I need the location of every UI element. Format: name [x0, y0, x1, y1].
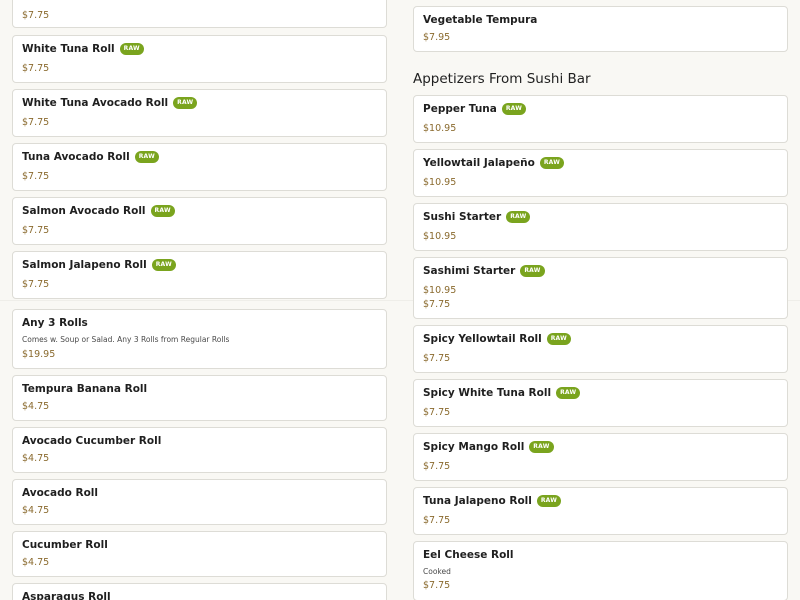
item-name: Asparagus Roll [22, 591, 111, 600]
raw-badge: RAW [506, 211, 531, 223]
item-name: Sashimi Starter [423, 265, 516, 277]
menu-item-card[interactable]: Tuna Jalapeno Roll RAW $7.75 [413, 487, 788, 535]
menu-item-card[interactable]: Tempura Banana Roll $4.75 [12, 375, 387, 421]
raw-badge: RAW [134, 151, 159, 163]
item-price: $7.75 [423, 580, 451, 591]
item-name: Any 3 Rolls [22, 317, 88, 329]
item-price: $7.75 [423, 461, 451, 472]
item-name: Yellowtail Jalapeño [423, 157, 535, 169]
item-price: $10.95 [423, 123, 457, 134]
menu-item-card[interactable]: Vegetable Tempura $7.95 [413, 6, 788, 52]
item-price: $4.75 [22, 401, 50, 412]
item-name: White Tuna Roll [22, 43, 115, 55]
item-name: Sushi Starter [423, 211, 502, 223]
raw-badge: RAW [529, 441, 554, 453]
raw-badge: RAW [119, 43, 144, 55]
raw-badge: RAW [539, 157, 565, 169]
menu-item-card[interactable]: Eel Cheese Roll Cooked $7.75 [413, 541, 788, 600]
menu-item-card[interactable]: $7.75 [12, 0, 387, 28]
menu-item-card[interactable]: Sushi Starter RAW $10.95 [413, 203, 788, 251]
item-price: $7.75 [423, 353, 451, 364]
item-price: $10.95 [423, 177, 457, 188]
menu-item-card[interactable]: Sashimi Starter RAW $10.95 $7.75 [413, 257, 788, 319]
item-name: Tuna Avocado Roll [22, 151, 130, 163]
raw-badge: RAW [520, 265, 545, 277]
item-name: Eel Cheese Roll [423, 549, 514, 561]
item-name: Tuna Jalapeno Roll [423, 495, 532, 507]
item-name: Cucumber Roll [22, 539, 108, 551]
menu-item-card[interactable]: Cucumber Roll $4.75 [12, 531, 387, 577]
item-price: $7.75 [22, 63, 50, 74]
menu-item-card[interactable]: Pepper Tuna RAW $10.95 [413, 95, 788, 143]
menu-item-card[interactable]: Any 3 Rolls Comes w. Soup or Salad. Any … [12, 309, 387, 369]
menu-item-card[interactable]: White Tuna Roll RAW $7.75 [12, 35, 387, 83]
item-price: $10.95 [423, 285, 457, 296]
menu-item-card[interactable]: White Tuna Avocado Roll RAW $7.75 [12, 89, 387, 137]
item-name: Vegetable Tempura [423, 14, 538, 26]
menu-item-card[interactable]: Yellowtail Jalapeño RAW $10.95 [413, 149, 788, 197]
item-price: $4.75 [22, 557, 50, 568]
raw-badge: RAW [536, 495, 562, 507]
raw-badge: RAW [556, 387, 581, 399]
menu-item-card[interactable]: Avocado Cucumber Roll $4.75 [12, 427, 387, 473]
item-price: $10.95 [423, 231, 457, 242]
raw-badge: RAW [150, 205, 175, 217]
item-name: Avocado Roll [22, 487, 99, 499]
item-description: Cooked [423, 567, 451, 576]
section-title: Appetizers From Sushi Bar [413, 71, 591, 87]
item-name: Spicy Yellowtail Roll [423, 333, 542, 345]
item-price: $7.75 [22, 117, 50, 128]
menu-item-card[interactable]: Spicy White Tuna Roll RAW $7.75 [413, 379, 788, 427]
menu-item-card[interactable]: Tuna Avocado Roll RAW $7.75 [12, 143, 387, 191]
item-price: $7.75 [423, 407, 451, 418]
raw-badge: RAW [501, 103, 527, 115]
item-name: White Tuna Avocado Roll [22, 97, 169, 109]
raw-badge: RAW [151, 259, 176, 271]
item-price: $7.75 [22, 225, 50, 236]
item-price: $19.95 [22, 349, 56, 360]
menu-item-card[interactable]: Avocado Roll $4.75 [12, 479, 387, 525]
item-name: Spicy Mango Roll [423, 441, 525, 453]
item-price: $7.95 [423, 32, 451, 43]
item-price: $7.75 [22, 10, 50, 21]
menu-item-card[interactable]: Spicy Yellowtail Roll RAW $7.75 [413, 325, 788, 373]
item-price: $7.75 [22, 171, 50, 182]
menu-item-card[interactable]: Salmon Avocado Roll RAW $7.75 [12, 197, 387, 245]
menu-item-card[interactable]: Asparagus Roll [12, 583, 387, 600]
item-description: Comes w. Soup or Salad. Any 3 Rolls from… [22, 335, 230, 344]
item-price: $4.75 [22, 505, 50, 516]
raw-badge: RAW [546, 333, 571, 345]
raw-badge: RAW [173, 97, 198, 109]
item-name: Avocado Cucumber Roll [22, 435, 162, 447]
item-name: Tempura Banana Roll [22, 383, 148, 395]
item-name: Spicy White Tuna Roll [423, 387, 552, 399]
menu-item-card[interactable]: Spicy Mango Roll RAW $7.75 [413, 433, 788, 481]
item-price: $7.75 [22, 279, 50, 290]
item-price: $7.75 [423, 515, 451, 526]
item-name: Pepper Tuna [423, 103, 497, 115]
item-name: Salmon Jalapeno Roll [22, 259, 147, 271]
item-name: Salmon Avocado Roll [22, 205, 146, 217]
menu-item-card[interactable]: Salmon Jalapeno Roll RAW $7.75 [12, 251, 387, 299]
item-price: $7.75 [423, 299, 451, 310]
item-price: $4.75 [22, 453, 50, 464]
